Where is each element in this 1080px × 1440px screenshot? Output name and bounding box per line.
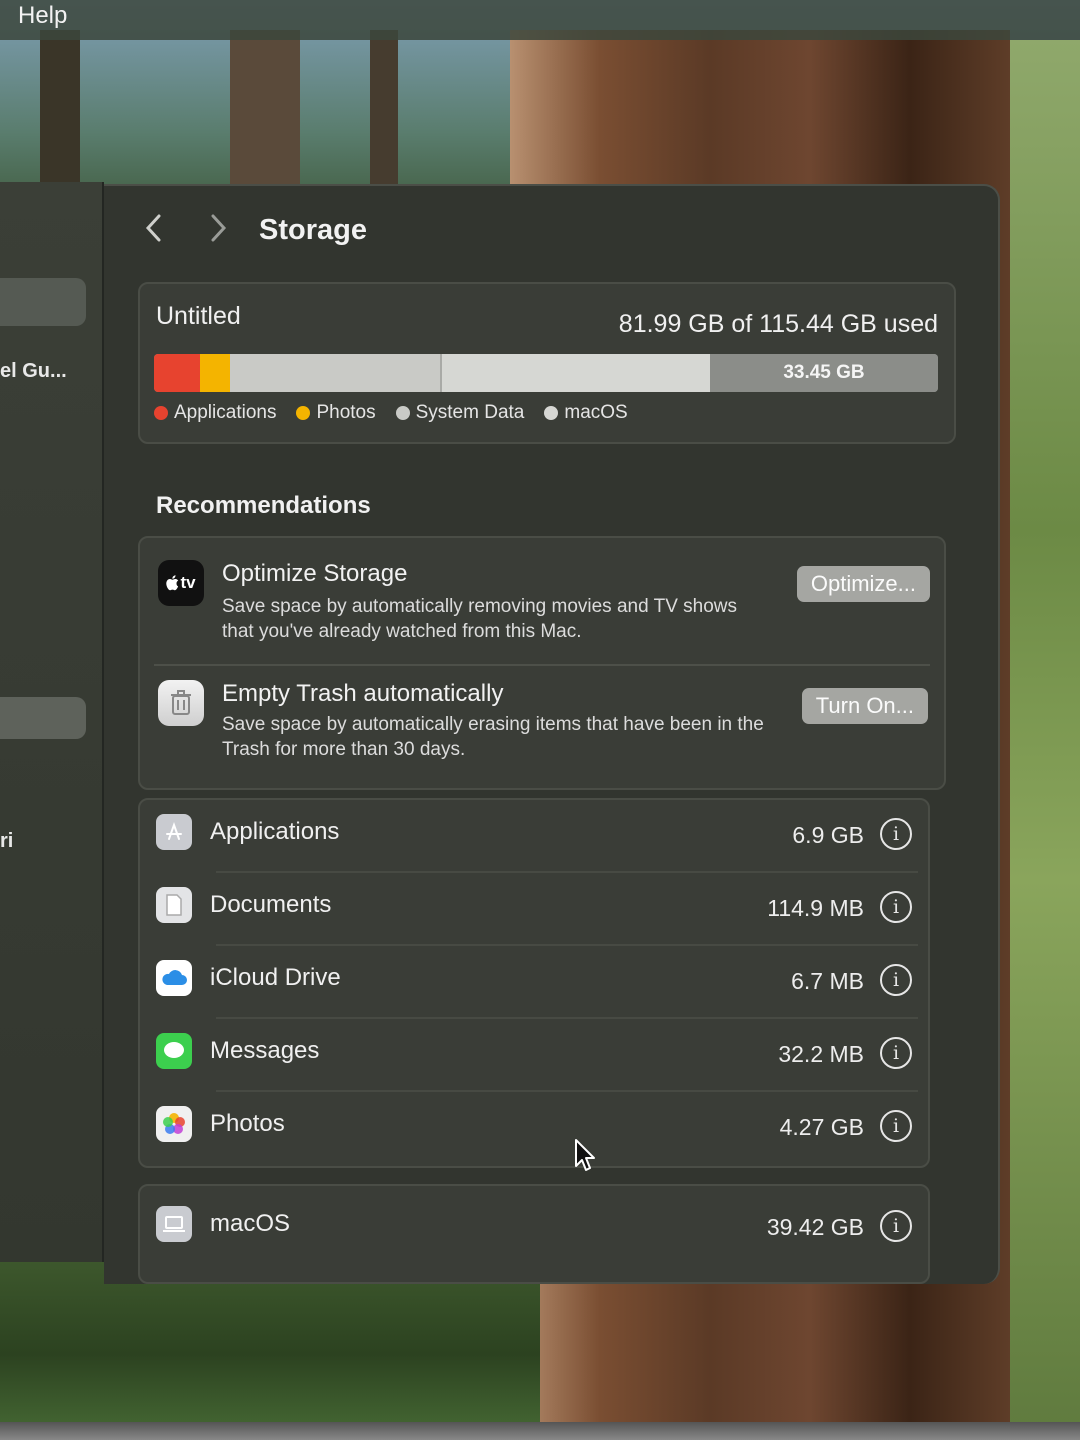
info-button[interactable]: i	[880, 818, 912, 850]
legend-dot	[395, 406, 410, 420]
category-size: 4.27 GB	[779, 1114, 864, 1140]
category-name: iCloud Drive	[210, 964, 341, 991]
legend-label: Photos	[316, 402, 376, 423]
bar-segment-system-data[interactable]	[230, 354, 442, 392]
category-name: Photos	[210, 1110, 285, 1137]
legend-label: System Data	[415, 402, 525, 423]
recommendation-title: Optimize Storage	[222, 560, 408, 587]
free-space-label: 33.45 GB	[783, 362, 865, 383]
storage-summary-card: Untitled 81.99 GB of 115.44 GB used 33.4…	[138, 282, 956, 444]
recommendation-optimize-storage: tv Optimize Storage Save space by automa…	[140, 538, 944, 664]
legend-dot	[154, 406, 168, 420]
legend-item: Applications	[154, 402, 276, 424]
recommendations-heading: Recommendations	[156, 492, 371, 519]
apple-logo-icon	[166, 575, 179, 591]
legend-item: System Data	[395, 402, 525, 424]
mouse-pointer-icon	[575, 1139, 595, 1171]
legend-dot	[296, 406, 311, 420]
turn-on-button[interactable]: Turn On...	[801, 688, 928, 724]
list-item-documents[interactable]: Documents 114.9 MB i	[154, 873, 918, 946]
apple-tv-icon-text: tv	[180, 573, 196, 592]
info-button[interactable]: i	[880, 1037, 912, 1069]
sidebar-search-field[interactable]	[0, 278, 86, 326]
category-size: 114.9 MB	[767, 895, 864, 921]
info-button[interactable]: i	[880, 1210, 912, 1242]
storage-bar: 33.45 GB	[154, 354, 938, 392]
recommendation-description: Save space by automatically erasing item…	[222, 714, 764, 760]
optimize-button[interactable]: Optimize...	[796, 566, 930, 602]
category-name: Applications	[210, 818, 340, 845]
legend-item: Photos	[296, 402, 376, 424]
list-item-applications[interactable]: Applications 6.9 GB i	[154, 800, 918, 873]
legend-label: Applications	[174, 402, 277, 423]
apple-tv-icon: tv	[158, 560, 204, 606]
info-button[interactable]: i	[880, 1110, 912, 1142]
volume-name: Untitled	[156, 302, 241, 330]
list-item-macos[interactable]: macOS 39.42 GB i	[154, 1192, 918, 1265]
list-item-icloud-drive[interactable]: iCloud Drive 6.7 MB i	[154, 946, 918, 1019]
legend-item: macOS	[544, 402, 628, 424]
storage-categories-list: Applications 6.9 GB i Documents 114.9 MB…	[138, 798, 930, 1168]
trash-icon	[158, 680, 204, 726]
recommendation-title: Empty Trash automatically	[222, 680, 504, 707]
list-item-messages[interactable]: Messages 32.2 MB i	[154, 1019, 918, 1092]
recommendations-card: tv Optimize Storage Save space by automa…	[138, 536, 946, 790]
foliage	[1010, 40, 1080, 1440]
tree-trunk	[370, 30, 398, 210]
info-button[interactable]: i	[880, 964, 912, 996]
sidebar-item-selected[interactable]	[0, 697, 86, 739]
menu-bar: Help	[0, 0, 1080, 40]
chevron-left-icon	[145, 214, 161, 242]
chevron-right-icon	[211, 214, 227, 242]
bar-segment-macos[interactable]	[442, 354, 710, 392]
usage-text: 81.99 GB of 115.44 GB used	[618, 310, 938, 338]
menu-help[interactable]: Help	[18, 2, 67, 30]
category-name: Documents	[210, 891, 332, 918]
category-name: macOS	[210, 1210, 291, 1237]
app-store-icon	[156, 814, 192, 850]
photos-icon	[156, 1106, 192, 1142]
bar-segment-free: 33.45 GB	[710, 354, 938, 392]
sidebar-item-partial[interactable]: el Gu...	[0, 360, 67, 383]
bar-segment-applications[interactable]	[154, 354, 200, 392]
sidebar-item-partial[interactable]: ri	[0, 830, 13, 853]
titlebar: Storage	[104, 186, 998, 286]
category-size: 6.9 GB	[792, 822, 864, 848]
category-size: 6.7 MB	[791, 968, 864, 994]
category-name: Messages	[210, 1037, 320, 1064]
messages-icon	[156, 1033, 192, 1069]
document-icon	[156, 887, 192, 923]
trash-can-glyph	[171, 690, 191, 715]
icloud-icon	[156, 960, 192, 996]
tree-trunk	[230, 30, 300, 210]
back-button[interactable]	[136, 212, 172, 252]
macos-storage-card: macOS 39.42 GB i	[138, 1184, 930, 1284]
dock[interactable]	[0, 1422, 1080, 1440]
bar-segment-photos[interactable]	[200, 354, 230, 392]
settings-sidebar: el Gu... ri	[0, 182, 104, 1262]
legend-dot	[544, 406, 559, 420]
page-title: Storage	[259, 214, 367, 246]
category-size: 39.42 GB	[766, 1214, 864, 1240]
storage-legend: Applications Photos System Data macOS	[154, 402, 628, 424]
recommendation-description: Save space by automatically removing mov…	[222, 596, 738, 642]
laptop-icon	[156, 1206, 192, 1242]
list-item-photos[interactable]: Photos 4.27 GB i	[154, 1092, 918, 1165]
recommendation-empty-trash: Empty Trash automatically Save space by …	[154, 664, 930, 790]
legend-label: macOS	[564, 402, 628, 423]
forward-button[interactable]	[200, 212, 236, 252]
info-button[interactable]: i	[880, 891, 912, 923]
storage-window: Storage Untitled 81.99 GB of 115.44 GB u…	[104, 184, 1000, 1284]
category-size: 32.2 MB	[778, 1041, 864, 1067]
